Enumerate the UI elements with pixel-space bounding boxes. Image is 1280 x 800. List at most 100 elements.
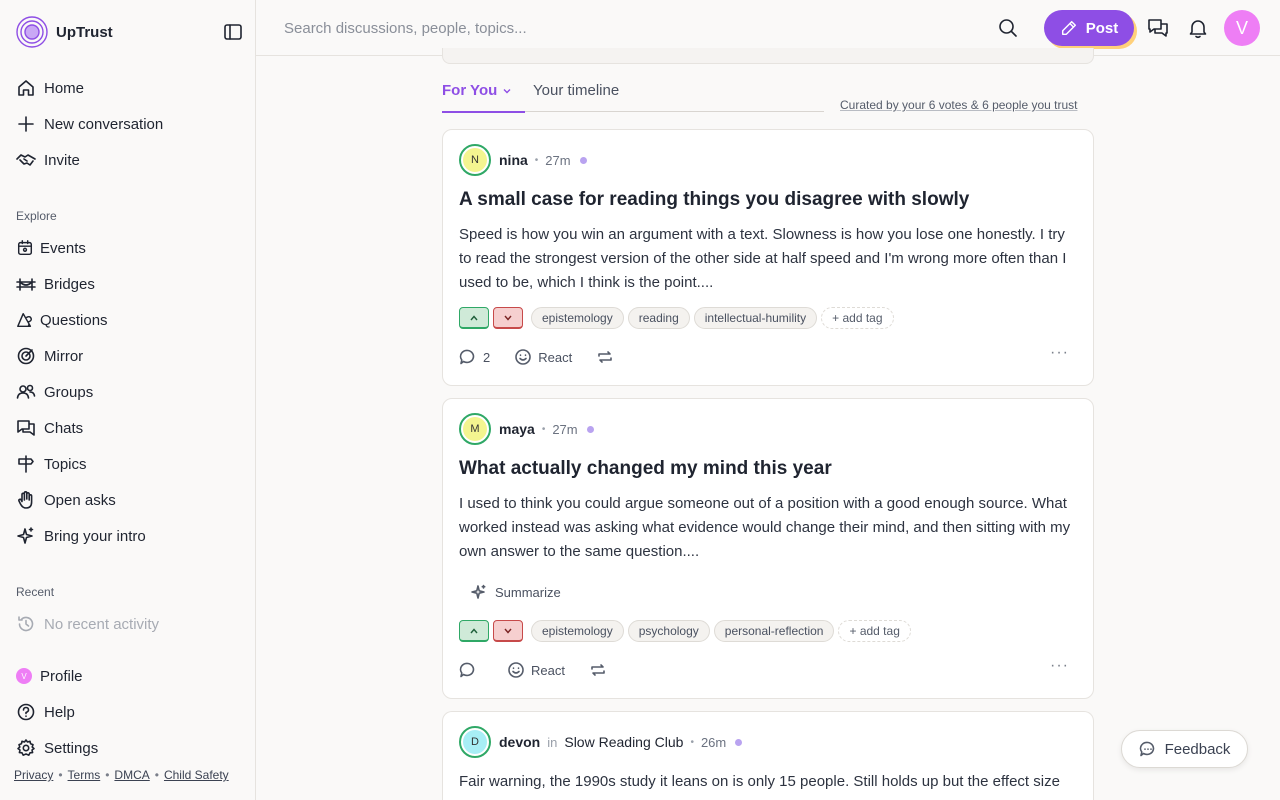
post-body: I used to think you could argue someone …: [459, 495, 1071, 560]
avatar[interactable]: D: [459, 726, 491, 758]
chevron-down-icon: [504, 315, 512, 321]
recent-empty-state: No recent activity: [16, 612, 159, 636]
tab-for-you[interactable]: For You: [442, 82, 526, 113]
sidebar-item-label: Help: [44, 703, 75, 721]
sidebar-item-bridges[interactable]: Bridges: [16, 272, 95, 296]
comments-button[interactable]: [459, 661, 483, 679]
author-name[interactable]: maya: [499, 421, 535, 437]
bridge-icon: [16, 278, 36, 291]
unread-dot: [586, 425, 594, 433]
comments-button[interactable]: 2: [459, 348, 490, 366]
search-input[interactable]: [284, 17, 884, 39]
user-avatar-button[interactable]: V: [1224, 10, 1260, 46]
sidebar-item-new-conversation[interactable]: New conversation: [16, 112, 163, 136]
sidebar-item-mirror[interactable]: Mirror: [16, 344, 83, 368]
plus-icon: [18, 116, 34, 132]
recent-empty-text: No recent activity: [44, 615, 160, 633]
upvote-button[interactable]: [459, 307, 489, 329]
post-author-row: D devon in Slow Reading Club • 26m: [459, 726, 743, 758]
add-tag-button[interactable]: + add tag: [821, 307, 894, 329]
upvote-button[interactable]: [459, 620, 489, 642]
post-author-row: M maya • 27m: [459, 413, 594, 445]
history-icon: [18, 616, 34, 632]
sidebar-item-chats[interactable]: Chats: [16, 416, 83, 440]
post-body: Speed is how you win an argument with a …: [459, 226, 1067, 291]
dmca-link[interactable]: DMCA: [114, 768, 149, 782]
sidebar-item-open-asks[interactable]: Open asks: [16, 488, 116, 512]
summarize-button[interactable]: Summarize: [471, 582, 561, 602]
post-body: Fair warning, the 1990s study it leans o…: [459, 773, 1060, 790]
brand[interactable]: UpTrust: [16, 16, 113, 48]
avatar[interactable]: N: [459, 144, 491, 176]
sidebar-item-label: Topics: [44, 455, 87, 473]
sidebar-item-label: Chats: [44, 419, 84, 437]
post-button[interactable]: Post: [1044, 10, 1134, 46]
repost-button[interactable]: [589, 661, 613, 679]
sidebar-item-questions[interactable]: Questions: [16, 308, 108, 332]
downvote-button[interactable]: [493, 620, 523, 642]
tag[interactable]: personal-reflection: [713, 620, 835, 642]
sidebar-item-label: Open asks: [44, 491, 116, 509]
tag[interactable]: epistemology: [531, 620, 624, 642]
child-safety-link[interactable]: Child Safety: [164, 768, 229, 782]
terms-link[interactable]: Terms: [68, 768, 101, 782]
sidebar-item-label: Questions: [40, 311, 108, 329]
more-options-button[interactable]: ···: [1050, 657, 1069, 675]
privacy-link[interactable]: Privacy: [14, 768, 53, 782]
sidebar-item-bring-your-intro[interactable]: Bring your intro: [16, 524, 146, 548]
unread-dot: [579, 156, 587, 164]
uptrust-logo-icon: [16, 16, 48, 48]
more-options-button[interactable]: ···: [1050, 344, 1069, 362]
sidebar-item-profile[interactable]: V Profile: [16, 664, 83, 688]
sidebar-item-groups[interactable]: Groups: [16, 380, 93, 404]
avatar[interactable]: M: [459, 413, 491, 445]
sidebar-item-settings[interactable]: Settings: [16, 736, 98, 760]
tab-your-timeline[interactable]: Your timeline: [533, 82, 619, 99]
sparkle-icon: [17, 527, 34, 544]
curation-note[interactable]: Curated by your 6 votes & 6 people you t…: [840, 98, 1077, 112]
messages-button[interactable]: [1146, 16, 1170, 40]
smiley-icon: [508, 662, 524, 678]
sidebar-toggle-button[interactable]: [222, 22, 244, 42]
sidebar-item-topics[interactable]: Topics: [16, 452, 87, 476]
sidebar-item-label: Home: [44, 79, 85, 97]
composer-edge: [442, 48, 1094, 64]
sidebar-item-help[interactable]: Help: [16, 700, 75, 724]
sidebar-item-label: Bring your intro: [44, 527, 146, 545]
post-card: M maya • 27m What actually changed my mi…: [442, 398, 1094, 699]
sidebar-item-label: Bridges: [44, 275, 95, 293]
feedback-button[interactable]: Feedback: [1121, 730, 1248, 768]
bell-icon: [1189, 20, 1207, 39]
author-name[interactable]: devon: [499, 734, 540, 750]
sparkle-icon: [471, 584, 486, 599]
notifications-button[interactable]: [1186, 16, 1210, 40]
repost-button[interactable]: [596, 348, 620, 366]
post-time: 27m: [552, 421, 578, 437]
tag[interactable]: reading: [627, 307, 690, 329]
downvote-button[interactable]: [493, 307, 523, 329]
sidebar-item-invite[interactable]: Invite: [16, 148, 80, 172]
group-link[interactable]: Slow Reading Club: [564, 734, 683, 750]
messages-icon: [1148, 19, 1168, 37]
tag[interactable]: psychology: [627, 620, 710, 642]
tag[interactable]: intellectual-humility: [693, 307, 818, 329]
vote-and-tags-row: epistemology reading intellectual-humili…: [459, 306, 894, 330]
post-author-row: N nina • 27m: [459, 144, 587, 176]
add-tag-button[interactable]: + add tag: [838, 620, 911, 642]
tag[interactable]: epistemology: [531, 307, 624, 329]
search-button[interactable]: [996, 16, 1020, 40]
author-name[interactable]: nina: [499, 152, 528, 168]
react-button[interactable]: React: [507, 661, 565, 679]
footer-links: Privacy • Terms • DMCA • Child Safety: [14, 768, 229, 782]
unread-dot: [735, 738, 743, 746]
sidebar-item-events[interactable]: Events: [16, 236, 86, 260]
post-title[interactable]: What actually changed my mind this year: [459, 458, 832, 480]
react-button[interactable]: React: [514, 348, 572, 366]
sidebar: UpTrust Home New conversation Invite Exp…: [0, 0, 256, 800]
sidebar-item-label: Groups: [44, 383, 94, 401]
sidebar-item-label: Events: [40, 239, 86, 257]
post-title[interactable]: A small case for reading things you disa…: [459, 189, 969, 211]
post-card: D devon in Slow Reading Club • 26m Fair …: [442, 711, 1094, 800]
sidebar-item-home[interactable]: Home: [16, 76, 84, 100]
sidebar-item-label: Invite: [44, 151, 80, 169]
